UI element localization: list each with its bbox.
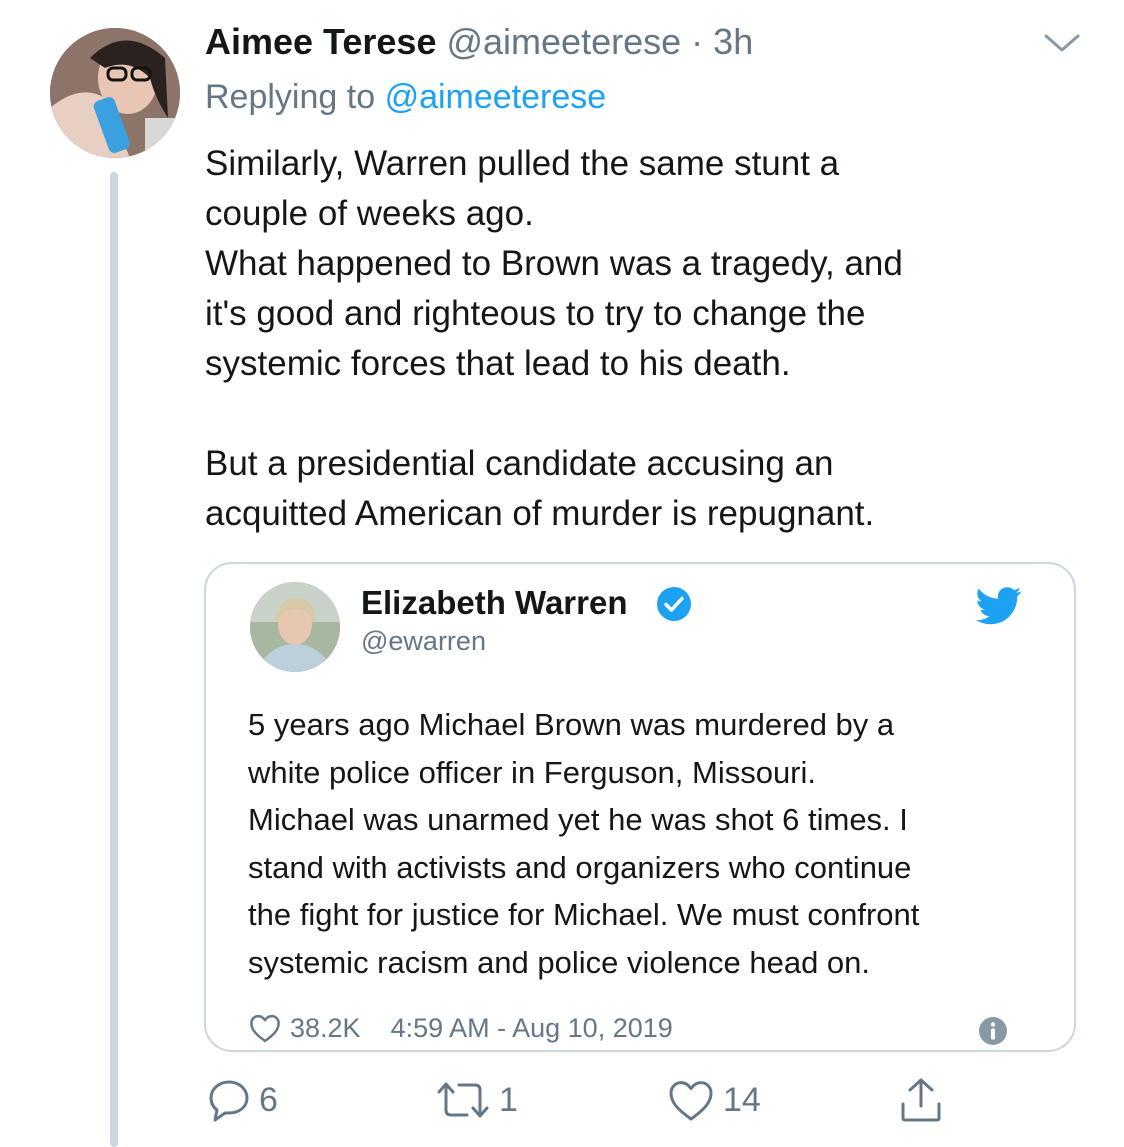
heart-icon — [669, 1081, 713, 1121]
author-handle[interactable]: @aimeeterese — [446, 21, 681, 62]
tweet-header: Aimee Terese @aimeeterese · 3h — [205, 20, 753, 64]
quoted-author-handle: @ewarren — [361, 626, 486, 656]
thread-connector-line — [110, 172, 118, 1147]
quoted-tweet-text: 5 years ago Michael Brown was murdered b… — [248, 707, 920, 980]
replying-prefix: Replying to — [205, 78, 376, 116]
quoted-tweet-footer: 38.2K 4:59 AM - Aug 10, 2019 — [248, 1010, 673, 1046]
quoted-like-count: 38.2K — [290, 1013, 361, 1043]
author-name[interactable]: Aimee Terese — [205, 21, 436, 62]
share-icon — [901, 1078, 941, 1122]
replying-to: Replying to @aimeeterese — [205, 76, 606, 118]
retweet-button[interactable]: 1 — [435, 1080, 518, 1120]
verified-badge-icon — [656, 586, 692, 622]
tweet-actions-bar: 6 1 14 — [0, 1076, 1124, 1128]
twitter-bird-icon — [976, 586, 1022, 626]
quoted-timestamp[interactable]: 4:59 AM - Aug 10, 2019 — [391, 1010, 673, 1046]
quoted-author-avatar — [250, 582, 340, 672]
tweet-time[interactable]: 3h — [713, 21, 753, 62]
info-icon[interactable] — [978, 1016, 1008, 1046]
like-button[interactable]: 14 — [667, 1078, 761, 1122]
reply-button[interactable]: 6 — [207, 1078, 278, 1122]
tweet-text: Similarly, Warren pulled the same stunt … — [205, 144, 903, 533]
author-avatar[interactable] — [50, 28, 180, 158]
replying-handle-link[interactable]: @aimeeterese — [385, 78, 607, 116]
header-separator: · — [691, 21, 704, 62]
like-count: 14 — [723, 1081, 761, 1119]
retweet-icon — [437, 1082, 489, 1118]
chevron-down-icon[interactable] — [1040, 28, 1084, 58]
quoted-tweet-card[interactable]: Elizabeth Warren @ewarren 5 years ago Mi… — [204, 562, 1076, 1052]
reply-count: 6 — [259, 1081, 278, 1119]
share-button[interactable] — [898, 1076, 944, 1124]
retweet-count: 1 — [499, 1081, 518, 1119]
reply-icon — [209, 1080, 249, 1122]
quoted-author-name: Elizabeth Warren — [361, 584, 628, 621]
heart-icon[interactable] — [248, 1013, 282, 1043]
